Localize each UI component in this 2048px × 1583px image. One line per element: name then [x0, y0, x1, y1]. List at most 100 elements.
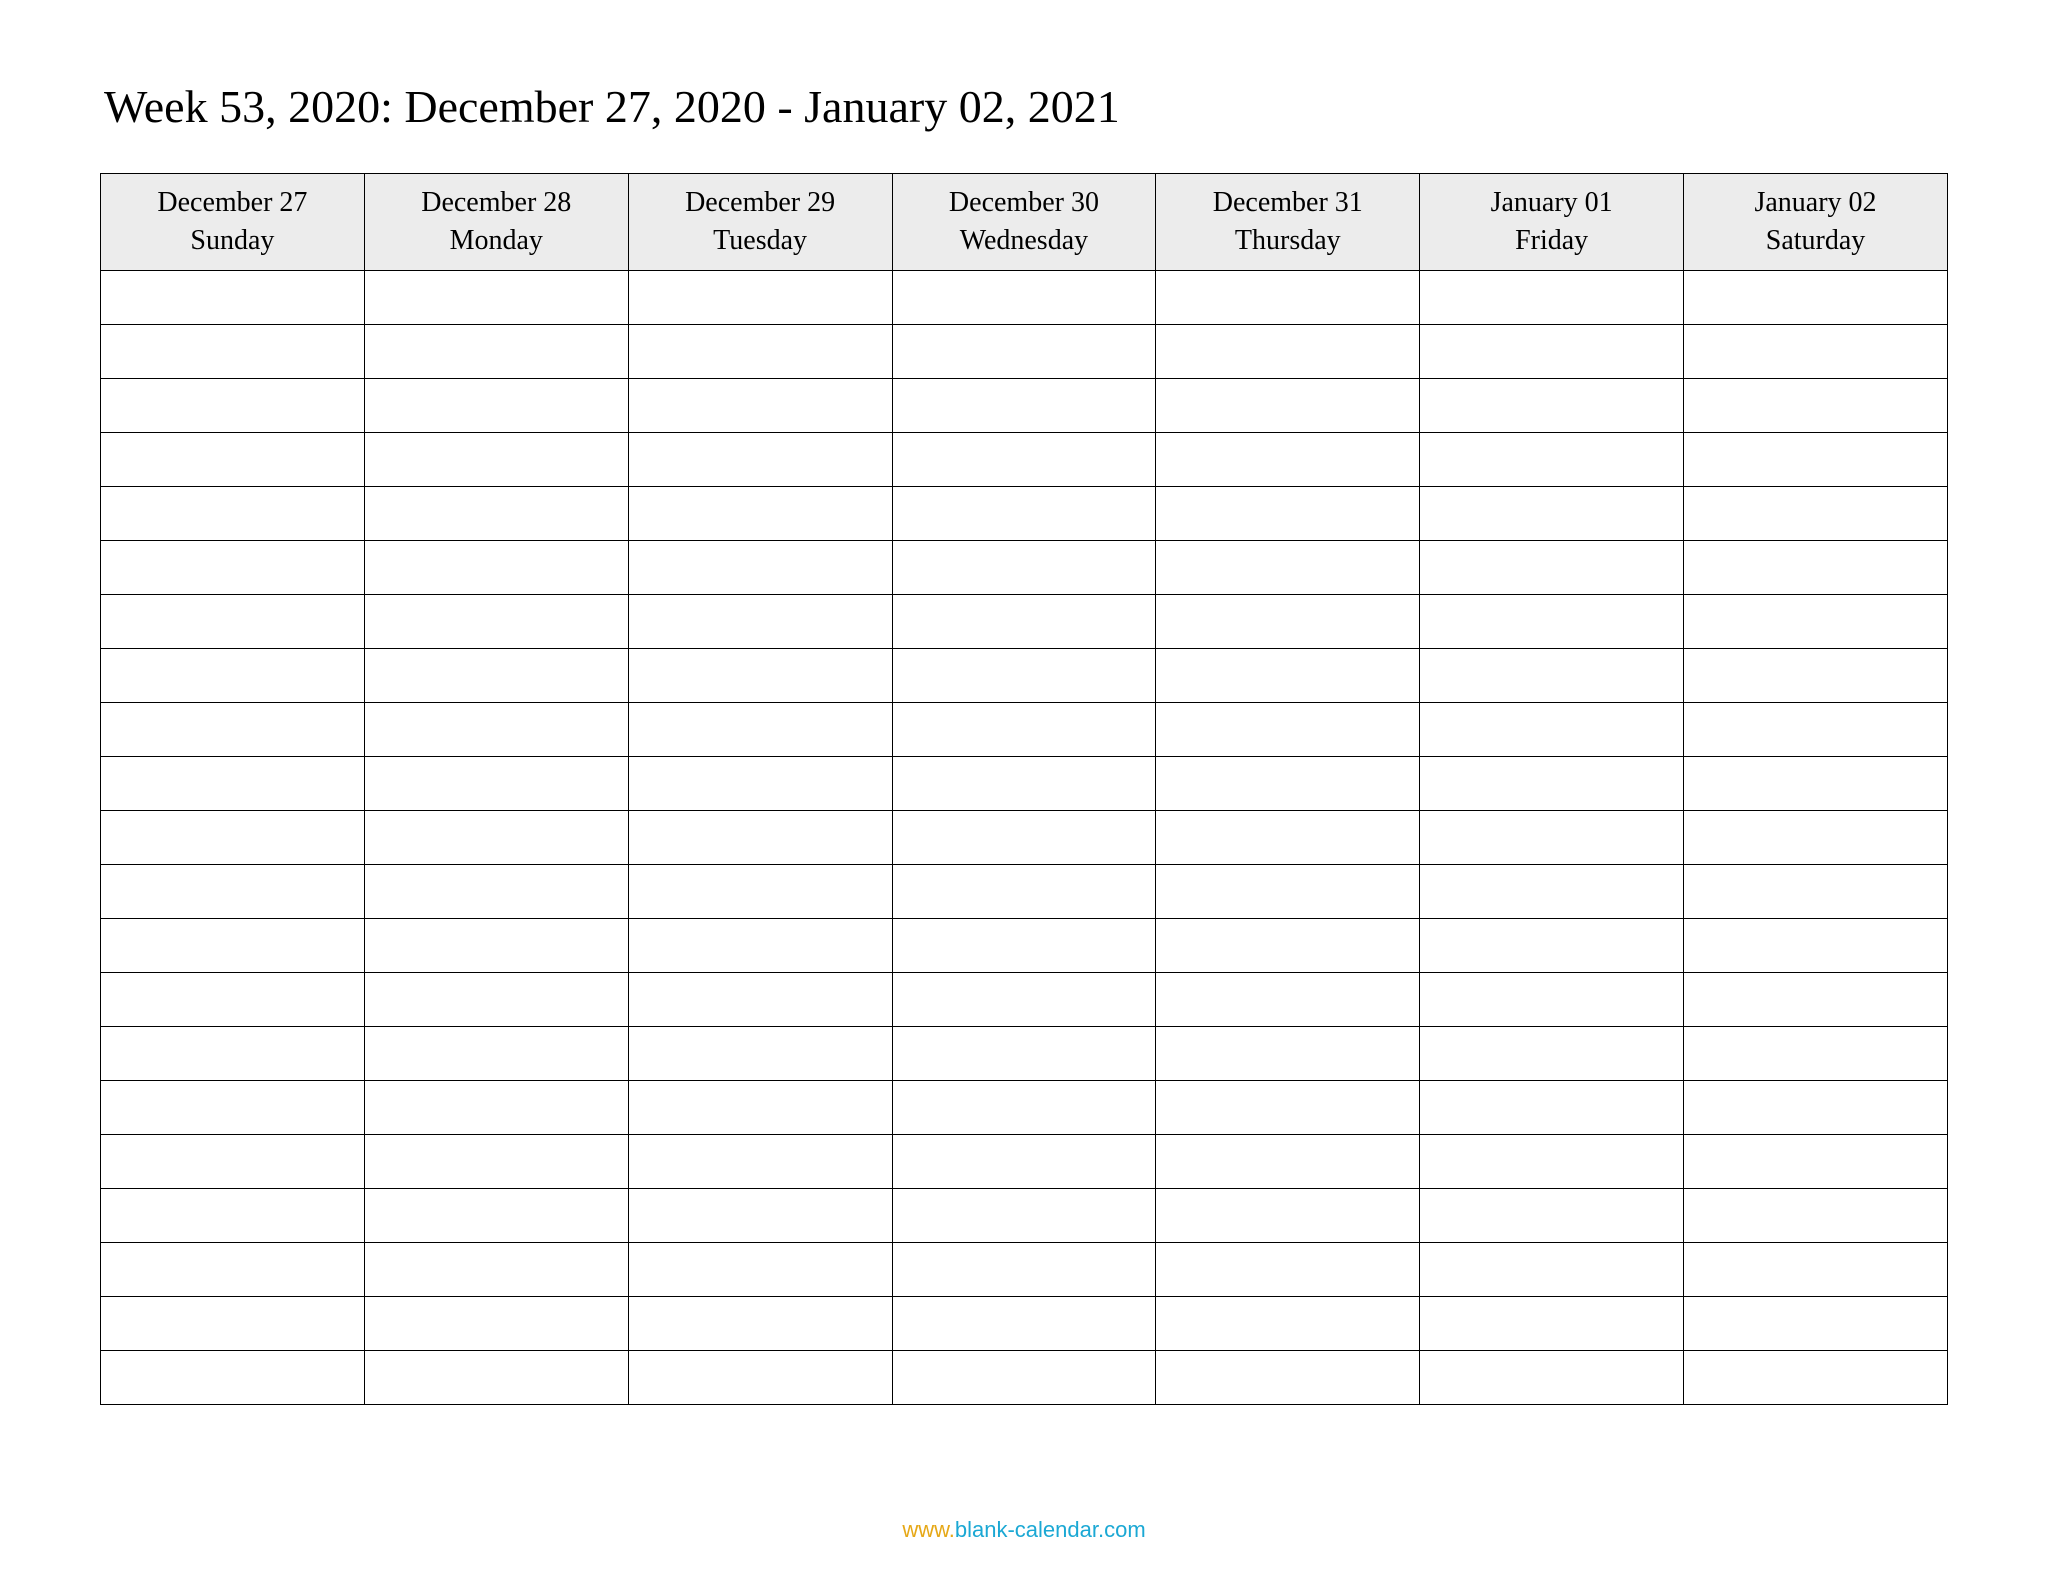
calendar-cell — [1684, 756, 1948, 810]
calendar-cell — [101, 1242, 365, 1296]
calendar-cell — [1420, 1188, 1684, 1242]
calendar-cell — [1156, 864, 1420, 918]
calendar-cell — [101, 756, 365, 810]
calendar-cell — [1156, 1188, 1420, 1242]
calendar-cell — [101, 1080, 365, 1134]
calendar-cell — [1420, 972, 1684, 1026]
calendar-cell — [364, 1242, 628, 1296]
calendar-row — [101, 540, 1948, 594]
calendar-cell — [1156, 486, 1420, 540]
calendar-cell — [364, 378, 628, 432]
calendar-cell — [1156, 1350, 1420, 1404]
calendar-cell — [1156, 702, 1420, 756]
calendar-cell — [1684, 864, 1948, 918]
calendar-cell — [1420, 1350, 1684, 1404]
calendar-cell — [1420, 1134, 1684, 1188]
calendar-cell — [1156, 1026, 1420, 1080]
calendar-row — [101, 864, 1948, 918]
column-date: December 27 — [109, 184, 356, 222]
calendar-cell — [1156, 1080, 1420, 1134]
column-day: Saturday — [1692, 222, 1939, 260]
calendar-cell — [1684, 270, 1948, 324]
calendar-cell — [1684, 972, 1948, 1026]
calendar-cell — [1684, 1134, 1948, 1188]
calendar-cell — [1420, 432, 1684, 486]
calendar-cell — [364, 1296, 628, 1350]
calendar-row — [101, 1188, 1948, 1242]
calendar-cell — [892, 1080, 1156, 1134]
calendar-cell — [1684, 432, 1948, 486]
calendar-cell — [1684, 378, 1948, 432]
calendar-cell — [1420, 270, 1684, 324]
calendar-cell — [1156, 1134, 1420, 1188]
calendar-cell — [628, 756, 892, 810]
calendar-cell — [101, 972, 365, 1026]
calendar-cell — [101, 432, 365, 486]
column-date: December 29 — [637, 184, 884, 222]
column-header-saturday: January 02 Saturday — [1684, 174, 1948, 271]
column-header-sunday: December 27 Sunday — [101, 174, 365, 271]
calendar-cell — [628, 1188, 892, 1242]
weekly-calendar-table: December 27 Sunday December 28 Monday De… — [100, 173, 1948, 1405]
column-day: Monday — [373, 222, 620, 260]
calendar-cell — [1156, 810, 1420, 864]
calendar-cell — [364, 756, 628, 810]
calendar-cell — [1420, 864, 1684, 918]
calendar-row — [101, 918, 1948, 972]
calendar-cell — [1684, 810, 1948, 864]
calendar-row — [101, 1080, 1948, 1134]
calendar-cell — [1156, 270, 1420, 324]
calendar-cell — [1684, 1026, 1948, 1080]
calendar-cell — [628, 594, 892, 648]
calendar-cell — [1420, 1080, 1684, 1134]
calendar-cell — [1420, 1026, 1684, 1080]
calendar-cell — [1156, 378, 1420, 432]
calendar-cell — [1156, 756, 1420, 810]
calendar-cell — [628, 432, 892, 486]
calendar-body — [101, 270, 1948, 1404]
calendar-cell — [364, 540, 628, 594]
calendar-cell — [628, 1296, 892, 1350]
calendar-cell — [101, 378, 365, 432]
calendar-row — [101, 810, 1948, 864]
calendar-cell — [101, 1350, 365, 1404]
calendar-cell — [892, 432, 1156, 486]
calendar-cell — [364, 918, 628, 972]
column-date: December 30 — [901, 184, 1148, 222]
calendar-cell — [364, 1188, 628, 1242]
footer-domain: blank-calendar.com — [955, 1517, 1146, 1542]
calendar-cell — [101, 594, 365, 648]
calendar-cell — [364, 648, 628, 702]
calendar-cell — [1420, 594, 1684, 648]
calendar-cell — [892, 864, 1156, 918]
calendar-row — [101, 432, 1948, 486]
column-day: Sunday — [109, 222, 356, 260]
calendar-cell — [1156, 540, 1420, 594]
calendar-cell — [892, 1188, 1156, 1242]
calendar-cell — [1420, 324, 1684, 378]
calendar-cell — [628, 1026, 892, 1080]
calendar-row — [101, 1350, 1948, 1404]
calendar-cell — [628, 270, 892, 324]
calendar-cell — [892, 1296, 1156, 1350]
calendar-cell — [1420, 378, 1684, 432]
calendar-cell — [892, 702, 1156, 756]
calendar-cell — [1684, 702, 1948, 756]
calendar-cell — [1684, 1350, 1948, 1404]
calendar-cell — [101, 702, 365, 756]
calendar-cell — [1420, 648, 1684, 702]
calendar-cell — [892, 594, 1156, 648]
calendar-cell — [628, 972, 892, 1026]
calendar-cell — [1156, 1242, 1420, 1296]
calendar-cell — [1156, 594, 1420, 648]
calendar-cell — [1156, 918, 1420, 972]
calendar-cell — [628, 918, 892, 972]
calendar-cell — [892, 540, 1156, 594]
column-header-thursday: December 31 Thursday — [1156, 174, 1420, 271]
calendar-row — [101, 972, 1948, 1026]
calendar-cell — [1420, 756, 1684, 810]
calendar-cell — [1420, 1296, 1684, 1350]
calendar-cell — [1684, 486, 1948, 540]
calendar-cell — [364, 594, 628, 648]
calendar-cell — [1684, 594, 1948, 648]
